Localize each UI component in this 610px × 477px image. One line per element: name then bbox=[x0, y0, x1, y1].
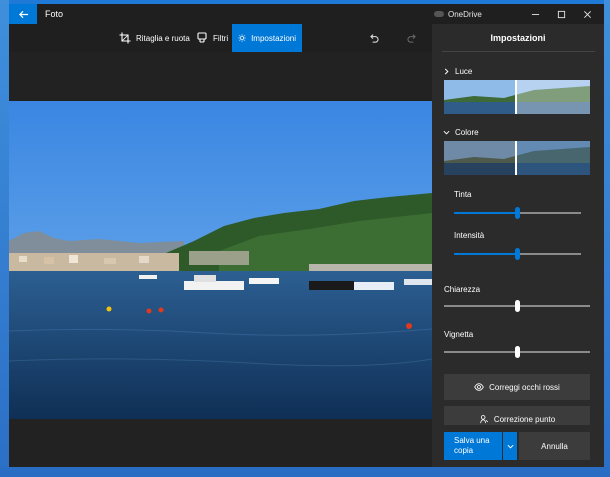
app-title: Foto bbox=[45, 9, 64, 19]
title-bar: Foto OneDrive bbox=[9, 4, 604, 24]
light-preview-slider[interactable] bbox=[444, 80, 590, 114]
red-eye-label: Correggi occhi rossi bbox=[489, 382, 560, 392]
photo-preview[interactable] bbox=[9, 101, 432, 419]
back-button[interactable] bbox=[9, 4, 37, 24]
minimize-icon bbox=[531, 13, 539, 15]
save-copy-label-line2: copia bbox=[454, 446, 474, 455]
panel-footer: Salva una copia Annulla bbox=[432, 425, 604, 467]
spot-fix-label: Correzione punto bbox=[493, 414, 556, 424]
light-section-toggle[interactable]: Luce bbox=[443, 65, 472, 77]
crop-rotate-label: Ritaglia e ruota bbox=[136, 33, 190, 43]
close-icon bbox=[583, 10, 591, 18]
adjustments-scroll-area[interactable]: Impostazioni Luce Colore Tinta Intensità… bbox=[432, 24, 604, 425]
vignette-slider-thumb[interactable] bbox=[514, 346, 520, 358]
warmth-slider[interactable] bbox=[454, 248, 581, 260]
vignette-slider[interactable] bbox=[444, 346, 590, 358]
warmth-label: Intensità bbox=[454, 231, 485, 240]
edit-toolbar: Ritaglia e ruota Filtri Impostazioni bbox=[9, 24, 432, 52]
harbor-photo bbox=[9, 101, 432, 419]
color-preview-image bbox=[444, 141, 590, 175]
minimize-button[interactable] bbox=[524, 4, 546, 24]
light-section-label: Luce bbox=[455, 66, 473, 76]
vignette-label: Vignetta bbox=[444, 330, 474, 339]
maximize-button[interactable] bbox=[550, 4, 572, 24]
save-copy-button[interactable]: Salva una copia bbox=[444, 432, 502, 460]
panel-title: Impostazioni bbox=[490, 33, 546, 43]
light-preview-image bbox=[444, 80, 590, 114]
redo-icon bbox=[406, 33, 416, 43]
onedrive-cloud-icon bbox=[434, 11, 444, 17]
warmth-slider-fill bbox=[454, 253, 518, 255]
spot-fix-button[interactable]: Correzione punto bbox=[444, 406, 590, 425]
photos-app-window: Foto OneDrive Ritaglia e ruota Filtri Im… bbox=[9, 4, 604, 467]
arrow-left-icon bbox=[18, 10, 28, 18]
adjust-button[interactable]: Impostazioni bbox=[232, 24, 302, 52]
spot-fix-icon bbox=[480, 415, 488, 424]
panel-divider bbox=[442, 51, 595, 52]
filter-icon bbox=[197, 32, 207, 43]
filters-label: Filtri bbox=[213, 33, 229, 43]
onedrive-status[interactable]: OneDrive bbox=[434, 8, 482, 20]
chevron-down-icon bbox=[507, 444, 513, 448]
clarity-slider[interactable] bbox=[444, 300, 590, 312]
desktop-background-left bbox=[0, 0, 9, 477]
photo-canvas bbox=[9, 52, 432, 467]
filters-button[interactable]: Filtri bbox=[190, 24, 234, 52]
adjustments-panel: Impostazioni Luce Colore Tinta Intensità… bbox=[432, 24, 604, 467]
clarity-label: Chiarezza bbox=[444, 285, 481, 294]
color-section-toggle[interactable]: Colore bbox=[443, 126, 479, 138]
warmth-slider-thumb[interactable] bbox=[515, 248, 520, 260]
adjust-label: Impostazioni bbox=[251, 33, 296, 43]
close-button[interactable] bbox=[576, 4, 598, 24]
eye-icon bbox=[474, 383, 484, 391]
desktop-background-bottom bbox=[0, 467, 610, 477]
color-section-label: Colore bbox=[455, 127, 479, 137]
undo-button[interactable] bbox=[365, 30, 381, 46]
desktop-background-right bbox=[604, 0, 610, 477]
tint-label: Tinta bbox=[454, 190, 472, 199]
tint-slider-fill bbox=[454, 212, 518, 214]
red-eye-button[interactable]: Correggi occhi rossi bbox=[444, 374, 590, 400]
tint-slider-thumb[interactable] bbox=[515, 207, 520, 219]
chevron-down-icon bbox=[443, 130, 450, 134]
save-options-dropdown[interactable] bbox=[503, 432, 517, 460]
onedrive-label: OneDrive bbox=[448, 9, 482, 19]
maximize-icon bbox=[557, 10, 565, 18]
redo-button[interactable] bbox=[404, 30, 420, 46]
cancel-button[interactable]: Annulla bbox=[519, 432, 590, 460]
undo-icon bbox=[369, 33, 379, 43]
save-copy-label-line1: Salva una bbox=[454, 436, 490, 445]
brightness-icon bbox=[238, 34, 246, 42]
chevron-right-icon bbox=[444, 68, 449, 74]
crop-icon bbox=[119, 32, 131, 44]
tint-slider[interactable] bbox=[454, 207, 581, 219]
color-preview-slider[interactable] bbox=[444, 141, 590, 175]
crop-rotate-button[interactable]: Ritaglia e ruota bbox=[113, 24, 196, 52]
clarity-slider-thumb[interactable] bbox=[514, 300, 520, 312]
